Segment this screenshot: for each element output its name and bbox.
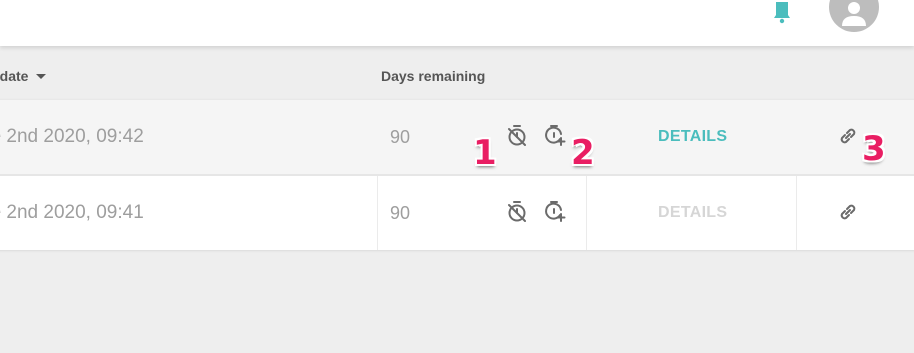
bell-icon[interactable] [770, 0, 794, 24]
avatar[interactable] [829, 0, 879, 32]
date-cell: ne 2nd 2020, 09:41 [0, 202, 144, 223]
callout-number: 2 [571, 133, 595, 173]
days-remaining-cell: 90 [390, 127, 411, 147]
link-icon[interactable] [836, 124, 860, 148]
days-remaining-cell: 90 [390, 203, 411, 223]
column-divider [796, 176, 797, 250]
top-app-bar [0, 0, 914, 46]
link-icon[interactable] [836, 200, 860, 224]
timer-add-icon[interactable] [542, 124, 566, 148]
timer-add-icon[interactable] [542, 200, 566, 224]
person-icon [842, 2, 866, 26]
details-link[interactable]: DETAILS [658, 100, 727, 174]
timer-off-icon[interactable] [505, 200, 529, 224]
data-table: ne 2nd 2020, 09:42 90 DETAILS ne 2nd 202… [0, 100, 914, 250]
table-row: ne 2nd 2020, 09:41 90 DETAILS [0, 175, 914, 250]
sort-desc-icon[interactable] [36, 73, 47, 79]
column-header-days-remaining: Days remaining [381, 68, 486, 84]
details-link: DETAILS [658, 204, 728, 221]
column-header-date-label: e date [0, 68, 29, 84]
timer-off-icon[interactable] [505, 124, 529, 148]
column-divider [377, 176, 378, 250]
table-row: ne 2nd 2020, 09:42 90 DETAILS [0, 100, 914, 175]
column-divider [586, 176, 587, 250]
callout-number: 3 [862, 129, 886, 169]
date-cell: ne 2nd 2020, 09:42 [0, 126, 144, 147]
callout-number: 1 [473, 133, 497, 173]
column-header-date[interactable]: e date [0, 68, 47, 84]
